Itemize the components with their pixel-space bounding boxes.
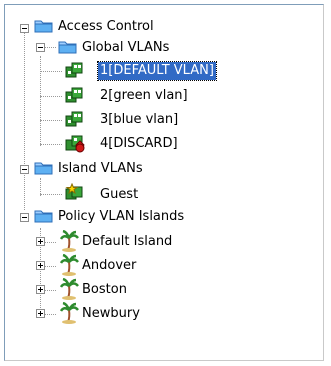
tree-node-vlan-1[interactable]: 1[DEFAULT VLAN]: [97, 61, 217, 81]
tree-connector: [40, 120, 62, 121]
tree-node-global-vlans[interactable]: Global VLANs: [80, 39, 171, 57]
vlan-icon: [65, 87, 83, 103]
folder-icon: [34, 162, 53, 175]
expand-andover-toggle[interactable]: [36, 261, 45, 270]
collapse-island-vlans-toggle[interactable]: [20, 165, 29, 174]
island-icon: [60, 302, 79, 324]
expand-newbury-toggle[interactable]: [36, 309, 45, 318]
tree-node-access-control[interactable]: Access Control: [56, 18, 156, 36]
tree-connector: [24, 32, 25, 210]
island-icon: [60, 230, 79, 252]
collapse-global-vlans-toggle[interactable]: [36, 43, 45, 52]
collapse-access-control-toggle[interactable]: [20, 24, 29, 33]
folder-icon: [58, 41, 77, 54]
vlan-icon: [65, 111, 83, 127]
tree-node-island-default[interactable]: Default Island: [80, 233, 174, 251]
expand-default-island-toggle[interactable]: [36, 237, 45, 246]
tree-node-island-newbury[interactable]: Newbury: [80, 305, 142, 323]
expand-boston-toggle[interactable]: [36, 285, 45, 294]
tree-node-guest[interactable]: Guest: [98, 186, 140, 204]
island-icon: [60, 278, 79, 300]
tree-node-policy-vlan-islands[interactable]: Policy VLAN Islands: [56, 208, 186, 226]
vlan-star-icon: [65, 183, 83, 200]
folder-icon: [34, 210, 53, 223]
folder-icon: [34, 20, 53, 33]
collapse-policy-vlan-islands-toggle[interactable]: [20, 213, 29, 222]
tree-node-vlan-2[interactable]: 2[green vlan]: [98, 87, 190, 105]
tree-connector: [40, 144, 62, 145]
vlan-tree-panel: [4, 4, 324, 361]
tree-connector: [40, 96, 62, 97]
tree-connector: [40, 194, 62, 195]
tree-node-vlan-3[interactable]: 3[blue vlan]: [98, 111, 180, 129]
island-icon: [60, 254, 79, 276]
tree-connector: [40, 56, 41, 146]
tree-connector: [40, 71, 62, 72]
tree-node-vlan-4[interactable]: 4[DISCARD]: [98, 135, 180, 153]
tree-node-island-andover[interactable]: Andover: [80, 257, 138, 275]
tree-node-island-vlans[interactable]: Island VLANs: [56, 160, 145, 178]
vlan-discard-icon: [65, 135, 85, 153]
tree-node-island-boston[interactable]: Boston: [80, 281, 129, 299]
vlan-icon: [65, 62, 83, 78]
